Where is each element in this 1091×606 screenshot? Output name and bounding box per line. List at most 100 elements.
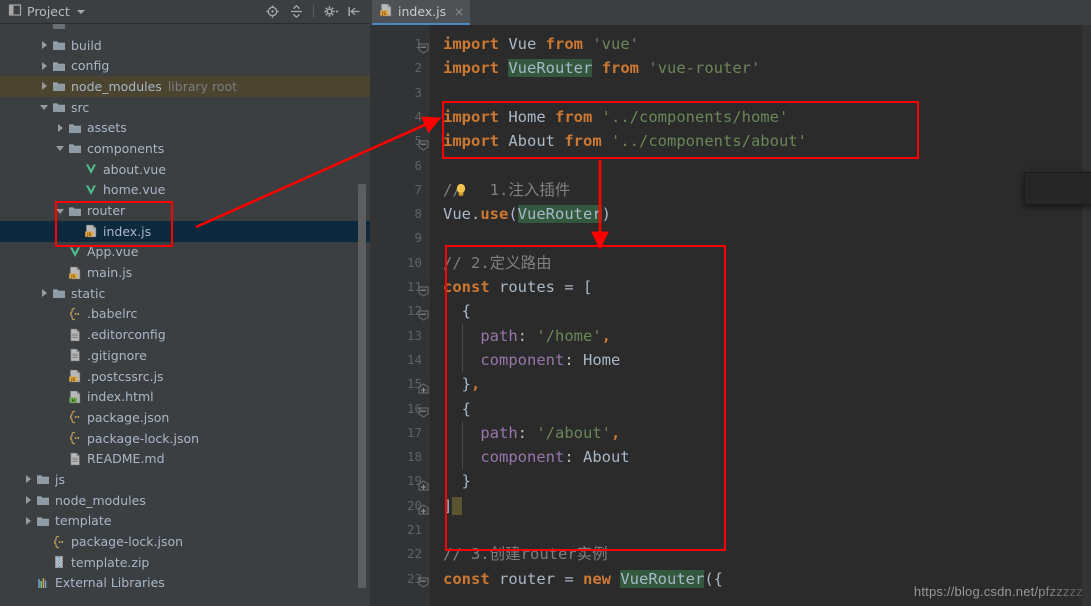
code-token: Vue. bbox=[443, 205, 481, 224]
code-line-2[interactable]: import VueRouter from 'vue-router' bbox=[443, 56, 760, 80]
tree-item-partial[interactable] bbox=[0, 24, 370, 35]
tree-item-config[interactable]: config bbox=[0, 55, 370, 76]
code-line-11[interactable]: const routes = [ bbox=[443, 275, 592, 299]
tab-index-js[interactable]: JS index.js × bbox=[372, 0, 471, 25]
tree-item-template[interactable]: template bbox=[0, 511, 370, 532]
code-line-20[interactable]: ] bbox=[443, 494, 462, 518]
tree-item--babelrc[interactable]: .babelrc bbox=[0, 304, 370, 325]
chevron-right-icon[interactable] bbox=[40, 81, 50, 91]
fold-collapse-icon[interactable] bbox=[418, 306, 429, 321]
tree-item-node-modules[interactable]: node_modules bbox=[0, 490, 370, 511]
tree-item-home-vue[interactable]: home.vue bbox=[0, 180, 370, 201]
tree-item--editorconfig[interactable]: .editorconfig bbox=[0, 324, 370, 345]
fold-end-icon[interactable] bbox=[418, 379, 429, 394]
tree-item-router[interactable]: router bbox=[0, 200, 370, 221]
code-line-19[interactable]: } bbox=[443, 469, 471, 493]
tree-item-index-js[interactable]: JS index.js bbox=[0, 220, 370, 242]
tree-item-app-vue[interactable]: App.vue bbox=[0, 242, 370, 263]
tree-item-node-modules[interactable]: node_modules library root bbox=[0, 76, 370, 97]
line-number: 6 bbox=[414, 157, 422, 173]
close-icon[interactable]: × bbox=[454, 5, 464, 19]
fold-end-icon[interactable] bbox=[418, 476, 429, 491]
tree-item-external-libraries[interactable]: External Libraries bbox=[0, 573, 370, 594]
tree-item-template-zip[interactable]: template.zip bbox=[0, 552, 370, 573]
code-line-1[interactable]: import Vue from 'vue' bbox=[443, 32, 639, 56]
vue-file-icon bbox=[86, 185, 96, 195]
code-line-12[interactable]: { bbox=[443, 299, 471, 323]
tree-item-assets[interactable]: assets bbox=[0, 117, 370, 138]
tree-item-package-lock-json[interactable]: package-lock.json bbox=[0, 531, 370, 552]
chevron-down-icon[interactable] bbox=[40, 102, 50, 112]
tree-item-package-lock-json[interactable]: package-lock.json bbox=[0, 428, 370, 449]
code-line-13[interactable]: path: '/home', bbox=[443, 324, 611, 348]
chevron-down-icon[interactable] bbox=[56, 143, 66, 153]
folder-icon bbox=[69, 206, 81, 216]
code-line-10[interactable]: // 2.定义路由 bbox=[443, 251, 552, 275]
code-line-22[interactable]: // 3.创建router实例 bbox=[443, 542, 608, 566]
chevron-right-icon[interactable] bbox=[40, 288, 50, 298]
fold-collapse-icon[interactable] bbox=[418, 403, 429, 418]
tree-item-label: .gitignore bbox=[87, 347, 147, 363]
locate-icon[interactable] bbox=[265, 4, 280, 19]
code-line-23[interactable]: const router = new VueRouter({ bbox=[443, 567, 723, 591]
code-line-15[interactable]: }, bbox=[443, 372, 481, 396]
documentation-popup[interactable] bbox=[1024, 172, 1091, 205]
code-token: // 2.定义路由 bbox=[443, 253, 552, 272]
fold-collapse-icon[interactable] bbox=[418, 282, 429, 297]
code-token: , bbox=[610, 423, 621, 442]
code-surface[interactable]: import Vue from 'vue' import VueRouter fr… bbox=[430, 25, 1091, 606]
code-line-8[interactable]: Vue.use(VueRouter) bbox=[443, 202, 611, 226]
hide-panel-icon[interactable] bbox=[347, 4, 362, 19]
chevron-right-icon[interactable] bbox=[40, 61, 50, 71]
line-number: 7 bbox=[414, 181, 422, 197]
project-title-group[interactable]: Project bbox=[0, 2, 85, 21]
editor-scrollbar-track[interactable] bbox=[1082, 25, 1091, 606]
chevron-down-icon[interactable] bbox=[56, 206, 66, 216]
chevron-right-icon[interactable] bbox=[24, 474, 34, 484]
line-number: 18 bbox=[406, 449, 422, 465]
lightbulb-icon[interactable] bbox=[454, 182, 468, 202]
tree-item-index-html[interactable]: Hindex.html bbox=[0, 386, 370, 407]
chevron-right-icon[interactable] bbox=[40, 40, 50, 50]
svg-text:JS: JS bbox=[381, 11, 386, 17]
code-token: import bbox=[443, 59, 499, 78]
line-number: 9 bbox=[414, 230, 422, 246]
tree-item-src[interactable]: src bbox=[0, 97, 370, 118]
code-line-16[interactable]: { bbox=[443, 397, 471, 421]
tree-item--gitignore[interactable]: .gitignore bbox=[0, 345, 370, 366]
code-token: 1.注入插件 bbox=[461, 180, 571, 199]
code-line-14[interactable]: component: Home bbox=[443, 348, 620, 372]
code-line-4[interactable]: import Home from '../components/home' bbox=[443, 105, 788, 129]
code-line-5[interactable]: import About from '../components/about' bbox=[443, 129, 807, 153]
code-line-17[interactable]: path: '/about', bbox=[443, 421, 620, 445]
project-tree[interactable]: build config node_modules library root src as… bbox=[0, 24, 370, 606]
tree-item-package-json[interactable]: package.json bbox=[0, 407, 370, 428]
tree-item-js[interactable]: js bbox=[0, 469, 370, 490]
settings-gear-icon[interactable] bbox=[323, 4, 339, 19]
tree-item-readme-md[interactable]: README.md bbox=[0, 448, 370, 469]
chevron-right-icon[interactable] bbox=[24, 516, 34, 526]
code-line-18[interactable]: component: About bbox=[443, 445, 629, 469]
fold-collapse-icon[interactable] bbox=[418, 39, 429, 54]
chevron-right-icon[interactable] bbox=[56, 123, 66, 133]
fold-end-icon[interactable] bbox=[418, 500, 429, 515]
chevron-right-icon[interactable] bbox=[24, 495, 34, 505]
editor-gutter[interactable]: 1 2 3 4 5 6 7 8 9 10 11 12 13 14 15 16 17 18 19 20 21 22 23 bbox=[370, 25, 430, 606]
project-tree-scrollbar[interactable] bbox=[358, 184, 366, 588]
code-token: 'vue-router' bbox=[648, 59, 761, 78]
code-token: use bbox=[480, 205, 509, 224]
tree-item-main-js[interactable]: JS main.js bbox=[0, 262, 370, 283]
fold-collapse-icon[interactable] bbox=[418, 136, 429, 151]
collapse-all-icon[interactable] bbox=[289, 4, 304, 19]
tree-item-label: assets bbox=[87, 120, 127, 136]
chevron-down-icon[interactable] bbox=[76, 9, 85, 14]
tree-item-static[interactable]: static bbox=[0, 283, 370, 304]
tree-item-build[interactable]: build bbox=[0, 35, 370, 56]
tree-item-about-vue[interactable]: about.vue bbox=[0, 159, 370, 180]
tree-item-components[interactable]: components bbox=[0, 138, 370, 159]
fold-collapse-icon[interactable] bbox=[418, 573, 429, 588]
tree-item--postcssrc-js[interactable]: JS .postcssrc.js bbox=[0, 366, 370, 387]
